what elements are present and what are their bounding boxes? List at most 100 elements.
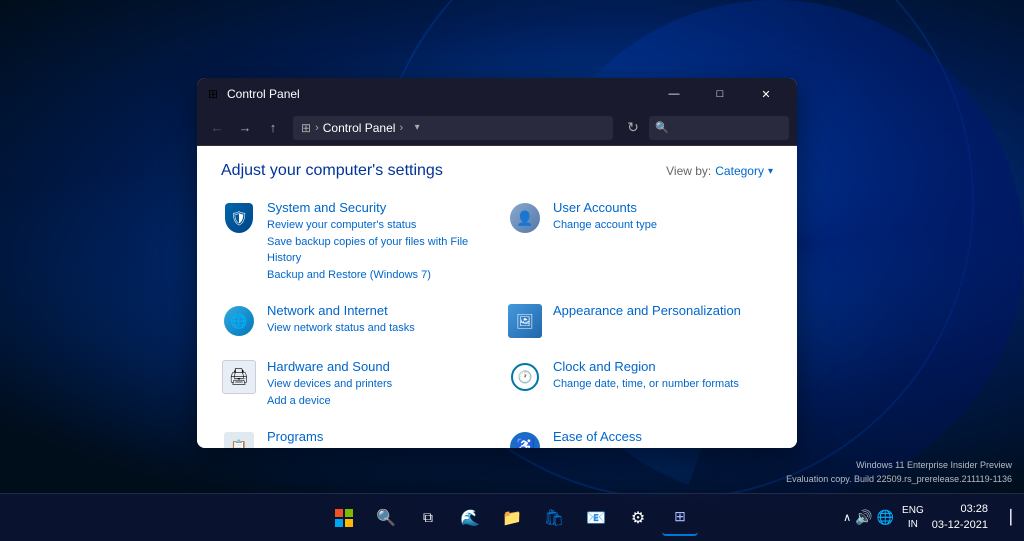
window-app-icon: ⊞ <box>205 86 221 102</box>
category-network-internet[interactable]: 🌐 Network and Internet View network stat… <box>221 303 487 339</box>
category-clock-region[interactable]: 🕐 Clock and Region Change date, time, or… <box>507 359 773 409</box>
category-system-security[interactable]: 🛡 System and Security Review your comput… <box>221 200 487 283</box>
keyboard-region: IN <box>902 518 924 532</box>
programs-icon: 📋 <box>221 429 257 448</box>
categories-grid: 🛡 System and Security Review your comput… <box>221 200 773 448</box>
clock-date: 03-12-2021 <box>932 518 988 533</box>
control-panel-taskbar-button[interactable]: ⊞ <box>662 500 698 536</box>
appearance-visual-icon: 🖼 <box>508 304 542 338</box>
category-hardware-sound[interactable]: 🖨 Hardware and Sound View devices and pr… <box>221 359 487 409</box>
hardware-sound-title[interactable]: Hardware and Sound <box>267 359 487 374</box>
control-panel-window: ⊞ Control Panel — □ ✕ ← → ↑ ⊞ › Control … <box>197 78 797 448</box>
system-security-icon: 🛡 <box>221 200 257 236</box>
clock-region-info: Clock and Region Change date, time, or n… <box>553 359 773 393</box>
view-by-control: View by: Category ▾ <box>666 164 773 178</box>
network-internet-icon: 🌐 <box>221 303 257 339</box>
back-button[interactable]: ← <box>205 116 229 140</box>
address-bar[interactable]: ⊞ › Control Panel › ▾ <box>293 116 613 140</box>
window-titlebar: ⊞ Control Panel — □ ✕ <box>197 78 797 110</box>
keyboard-language-button[interactable]: ENG IN <box>902 504 924 532</box>
hardware-visual-icon: 🖨 <box>222 360 256 394</box>
appearance-info: Appearance and Personalization <box>553 303 773 320</box>
category-programs[interactable]: 📋 Programs Uninstall a program <box>221 429 487 448</box>
breadcrumb-home-icon: ⊞ <box>301 121 311 135</box>
search-icon: 🔍 <box>655 121 669 134</box>
hardware-link-1[interactable]: View devices and printers <box>267 376 487 393</box>
taskbar-right: ∧ 🔊 🌐 ENG IN 03:28 03-12-2021 ▕ <box>843 502 1016 534</box>
settings-button[interactable]: ⚙ <box>620 500 656 536</box>
system-clock[interactable]: 03:28 03-12-2021 <box>932 502 988 533</box>
network-tray-icon[interactable]: 🌐 <box>877 509 894 526</box>
taskbar-center: 🔍 ⧉ 🌊 📁 🛍 📧 ⚙ ⊞ <box>326 500 698 536</box>
content-header: Adjust your computer's settings View by:… <box>221 162 773 180</box>
programs-title[interactable]: Programs <box>267 429 487 444</box>
explorer-button[interactable]: 📁 <box>494 500 530 536</box>
clock-time: 03:28 <box>932 502 988 517</box>
view-by-label: View by: <box>666 164 711 178</box>
appearance-title[interactable]: Appearance and Personalization <box>553 303 773 318</box>
store-button[interactable]: 🛍 <box>536 500 572 536</box>
hardware-sound-info: Hardware and Sound View devices and prin… <box>267 359 487 409</box>
window-controls: — □ ✕ <box>651 78 789 110</box>
mail-button[interactable]: 📧 <box>578 500 614 536</box>
refresh-button[interactable]: ↻ <box>621 116 645 140</box>
address-dropdown-button[interactable]: ▾ <box>407 118 427 138</box>
window-content: Adjust your computer's settings View by:… <box>197 146 797 448</box>
tray-chevron-icon[interactable]: ∧ <box>843 511 851 524</box>
system-security-link-1[interactable]: Review your computer's status <box>267 217 487 234</box>
forward-button[interactable]: → <box>233 116 257 140</box>
network-internet-link-1[interactable]: View network status and tasks <box>267 320 487 337</box>
breadcrumb-control-panel[interactable]: Control Panel <box>323 121 396 135</box>
user-accounts-icon: 👤 <box>507 200 543 236</box>
show-desktop-button[interactable]: ▕ <box>996 502 1016 534</box>
up-button[interactable]: ↑ <box>261 116 285 140</box>
user-accounts-title[interactable]: User Accounts <box>553 200 773 215</box>
search-button[interactable]: 🔍 <box>368 500 404 536</box>
view-by-value[interactable]: Category <box>715 164 764 178</box>
network-icon: 🌐 <box>224 306 254 336</box>
address-separator-2: › <box>399 122 403 134</box>
minimize-button[interactable]: — <box>651 78 697 110</box>
ease-of-access-icon: ♿ <box>507 429 543 448</box>
ease-of-access-link-1[interactable]: Let Windows suggest settings <box>553 446 773 448</box>
user-accounts-link-1[interactable]: Change account type <box>553 217 773 234</box>
window-toolbar: ← → ↑ ⊞ › Control Panel › ▾ ↻ 🔍 <box>197 110 797 146</box>
maximize-button[interactable]: □ <box>697 78 743 110</box>
network-internet-title[interactable]: Network and Internet <box>267 303 487 318</box>
system-security-link-2[interactable]: Save backup copies of your files with Fi… <box>267 234 487 267</box>
edge-browser-button[interactable]: 🌊 <box>452 500 488 536</box>
windows-logo-icon <box>335 509 353 527</box>
taskbar: 🔍 ⧉ 🌊 📁 🛍 📧 ⚙ ⊞ ∧ 🔊 🌐 ENG IN 03:28 03-12… <box>0 493 1024 541</box>
category-appearance[interactable]: 🖼 Appearance and Personalization <box>507 303 773 339</box>
appearance-icon: 🖼 <box>507 303 543 339</box>
address-separator-1: › <box>315 122 319 134</box>
category-ease-of-access[interactable]: ♿ Ease of Access Let Windows suggest set… <box>507 429 773 448</box>
user-icon: 👤 <box>510 203 540 233</box>
shield-icon: 🛡 <box>225 203 253 233</box>
clock-region-icon: 🕐 <box>507 359 543 395</box>
user-accounts-info: User Accounts Change account type <box>553 200 773 234</box>
volume-icon[interactable]: 🔊 <box>855 509 872 526</box>
programs-info: Programs Uninstall a program <box>267 429 487 448</box>
os-watermark: Windows 11 Enterprise Insider Preview Ev… <box>786 459 1012 486</box>
start-button[interactable] <box>326 500 362 536</box>
watermark-line2: Evaluation copy. Build 22509.rs_prerelea… <box>786 473 1012 487</box>
search-bar[interactable]: 🔍 <box>649 116 789 140</box>
programs-link-1[interactable]: Uninstall a program <box>267 446 487 448</box>
view-by-dropdown-icon[interactable]: ▾ <box>768 166 773 177</box>
system-security-link-3[interactable]: Backup and Restore (Windows 7) <box>267 267 487 284</box>
hardware-link-2[interactable]: Add a device <box>267 393 487 410</box>
category-user-accounts[interactable]: 👤 User Accounts Change account type <box>507 200 773 283</box>
task-view-button[interactable]: ⧉ <box>410 500 446 536</box>
page-heading: Adjust your computer's settings <box>221 162 443 180</box>
tray-icons: ∧ 🔊 🌐 <box>843 509 894 526</box>
hardware-sound-icon: 🖨 <box>221 359 257 395</box>
watermark-line1: Windows 11 Enterprise Insider Preview <box>786 459 1012 473</box>
clock-icon: 🕐 <box>511 363 539 391</box>
ease-of-access-info: Ease of Access Let Windows suggest setti… <box>553 429 773 448</box>
close-button[interactable]: ✕ <box>743 78 789 110</box>
system-security-title[interactable]: System and Security <box>267 200 487 215</box>
ease-of-access-title[interactable]: Ease of Access <box>553 429 773 444</box>
clock-region-title[interactable]: Clock and Region <box>553 359 773 374</box>
clock-region-link-1[interactable]: Change date, time, or number formats <box>553 376 773 393</box>
